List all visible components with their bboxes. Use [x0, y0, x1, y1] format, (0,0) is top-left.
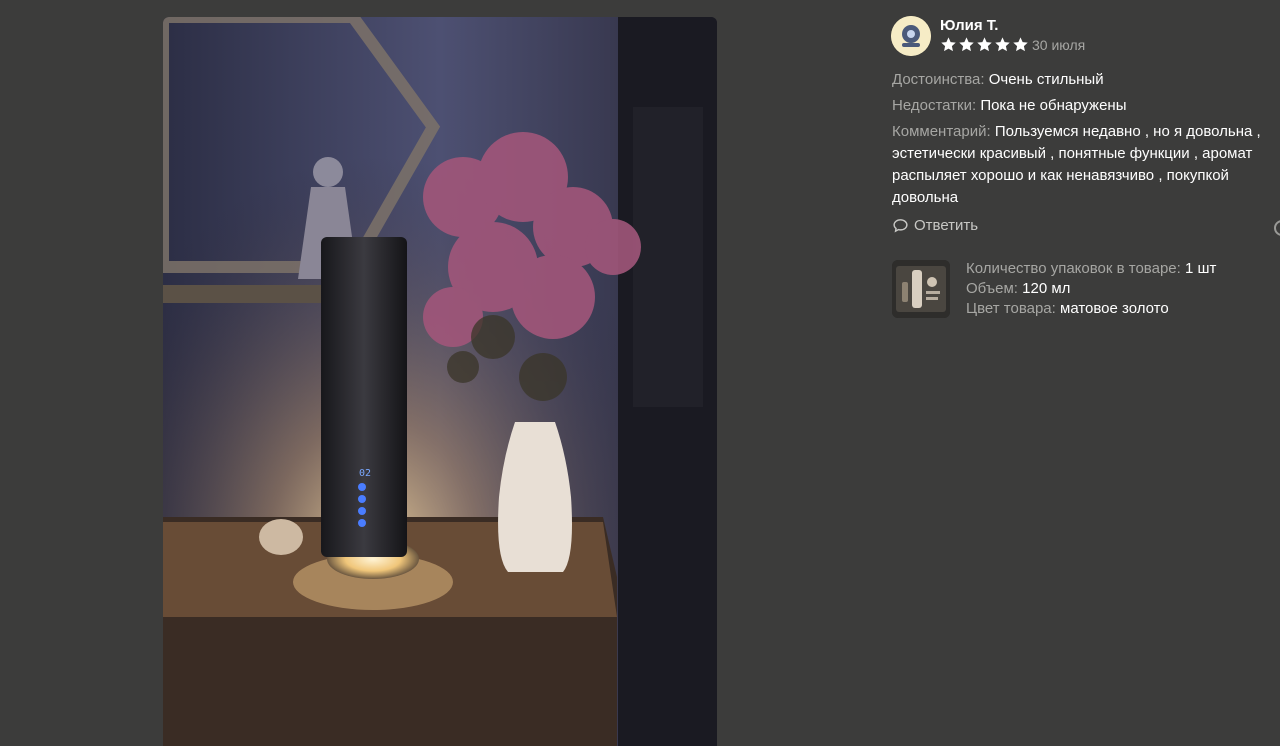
star-icon	[959, 37, 974, 52]
product-volume: Объем: 120 мл	[966, 279, 1070, 299]
product-image	[892, 260, 950, 318]
review-page: 02 Юлия Т. 30 июля Достоинства: Очень ст…	[0, 0, 1280, 746]
product-color: Цвет товара: матовое золото	[966, 299, 1169, 319]
product-thumbnail[interactable]	[892, 260, 950, 318]
review-date: 30 июля	[1032, 37, 1086, 53]
packs-value: 1 шт	[1184, 260, 1217, 277]
color-label: Цвет товара:	[966, 300, 1056, 317]
star-icon	[941, 37, 956, 52]
reply-button[interactable]: Ответить	[892, 217, 978, 234]
overflow-control-icon[interactable]	[1274, 220, 1280, 236]
volume-label: Объем:	[966, 280, 1018, 297]
comment-bubble-icon	[893, 219, 908, 233]
author-name[interactable]: Юлия Т.	[940, 17, 998, 34]
review-photo[interactable]: 02	[163, 17, 717, 746]
comment-label: Комментарий:	[892, 123, 991, 140]
packs-label: Количество упаковок в товаре:	[966, 260, 1181, 277]
review-pros: Достоинства: Очень стильный	[892, 69, 1104, 91]
review-cons: Недостатки: Пока не обнаружены	[892, 95, 1126, 117]
avatar[interactable]	[891, 16, 931, 56]
product-packs: Количество упаковок в товаре: 1 шт	[966, 259, 1216, 279]
rating-stars	[940, 36, 1029, 53]
star-icon	[1013, 37, 1028, 52]
cons-label: Недостатки:	[892, 97, 977, 114]
volume-value: 120 мл	[1022, 280, 1071, 297]
svg-text:02: 02	[359, 468, 371, 479]
reply-label: Ответить	[914, 217, 979, 234]
star-icon	[995, 37, 1010, 52]
pros-value: Очень стильный	[988, 71, 1104, 88]
star-icon	[977, 37, 992, 52]
avatar-image	[891, 16, 931, 56]
cons-value: Пока не обнаружены	[980, 97, 1127, 114]
pros-label: Достоинства:	[892, 71, 985, 88]
color-value: матовое золото	[1060, 300, 1169, 317]
review-comment: Комментарий: Пользуемся недавно , но я д…	[892, 121, 1276, 209]
photo-illustration: 02	[163, 17, 717, 746]
